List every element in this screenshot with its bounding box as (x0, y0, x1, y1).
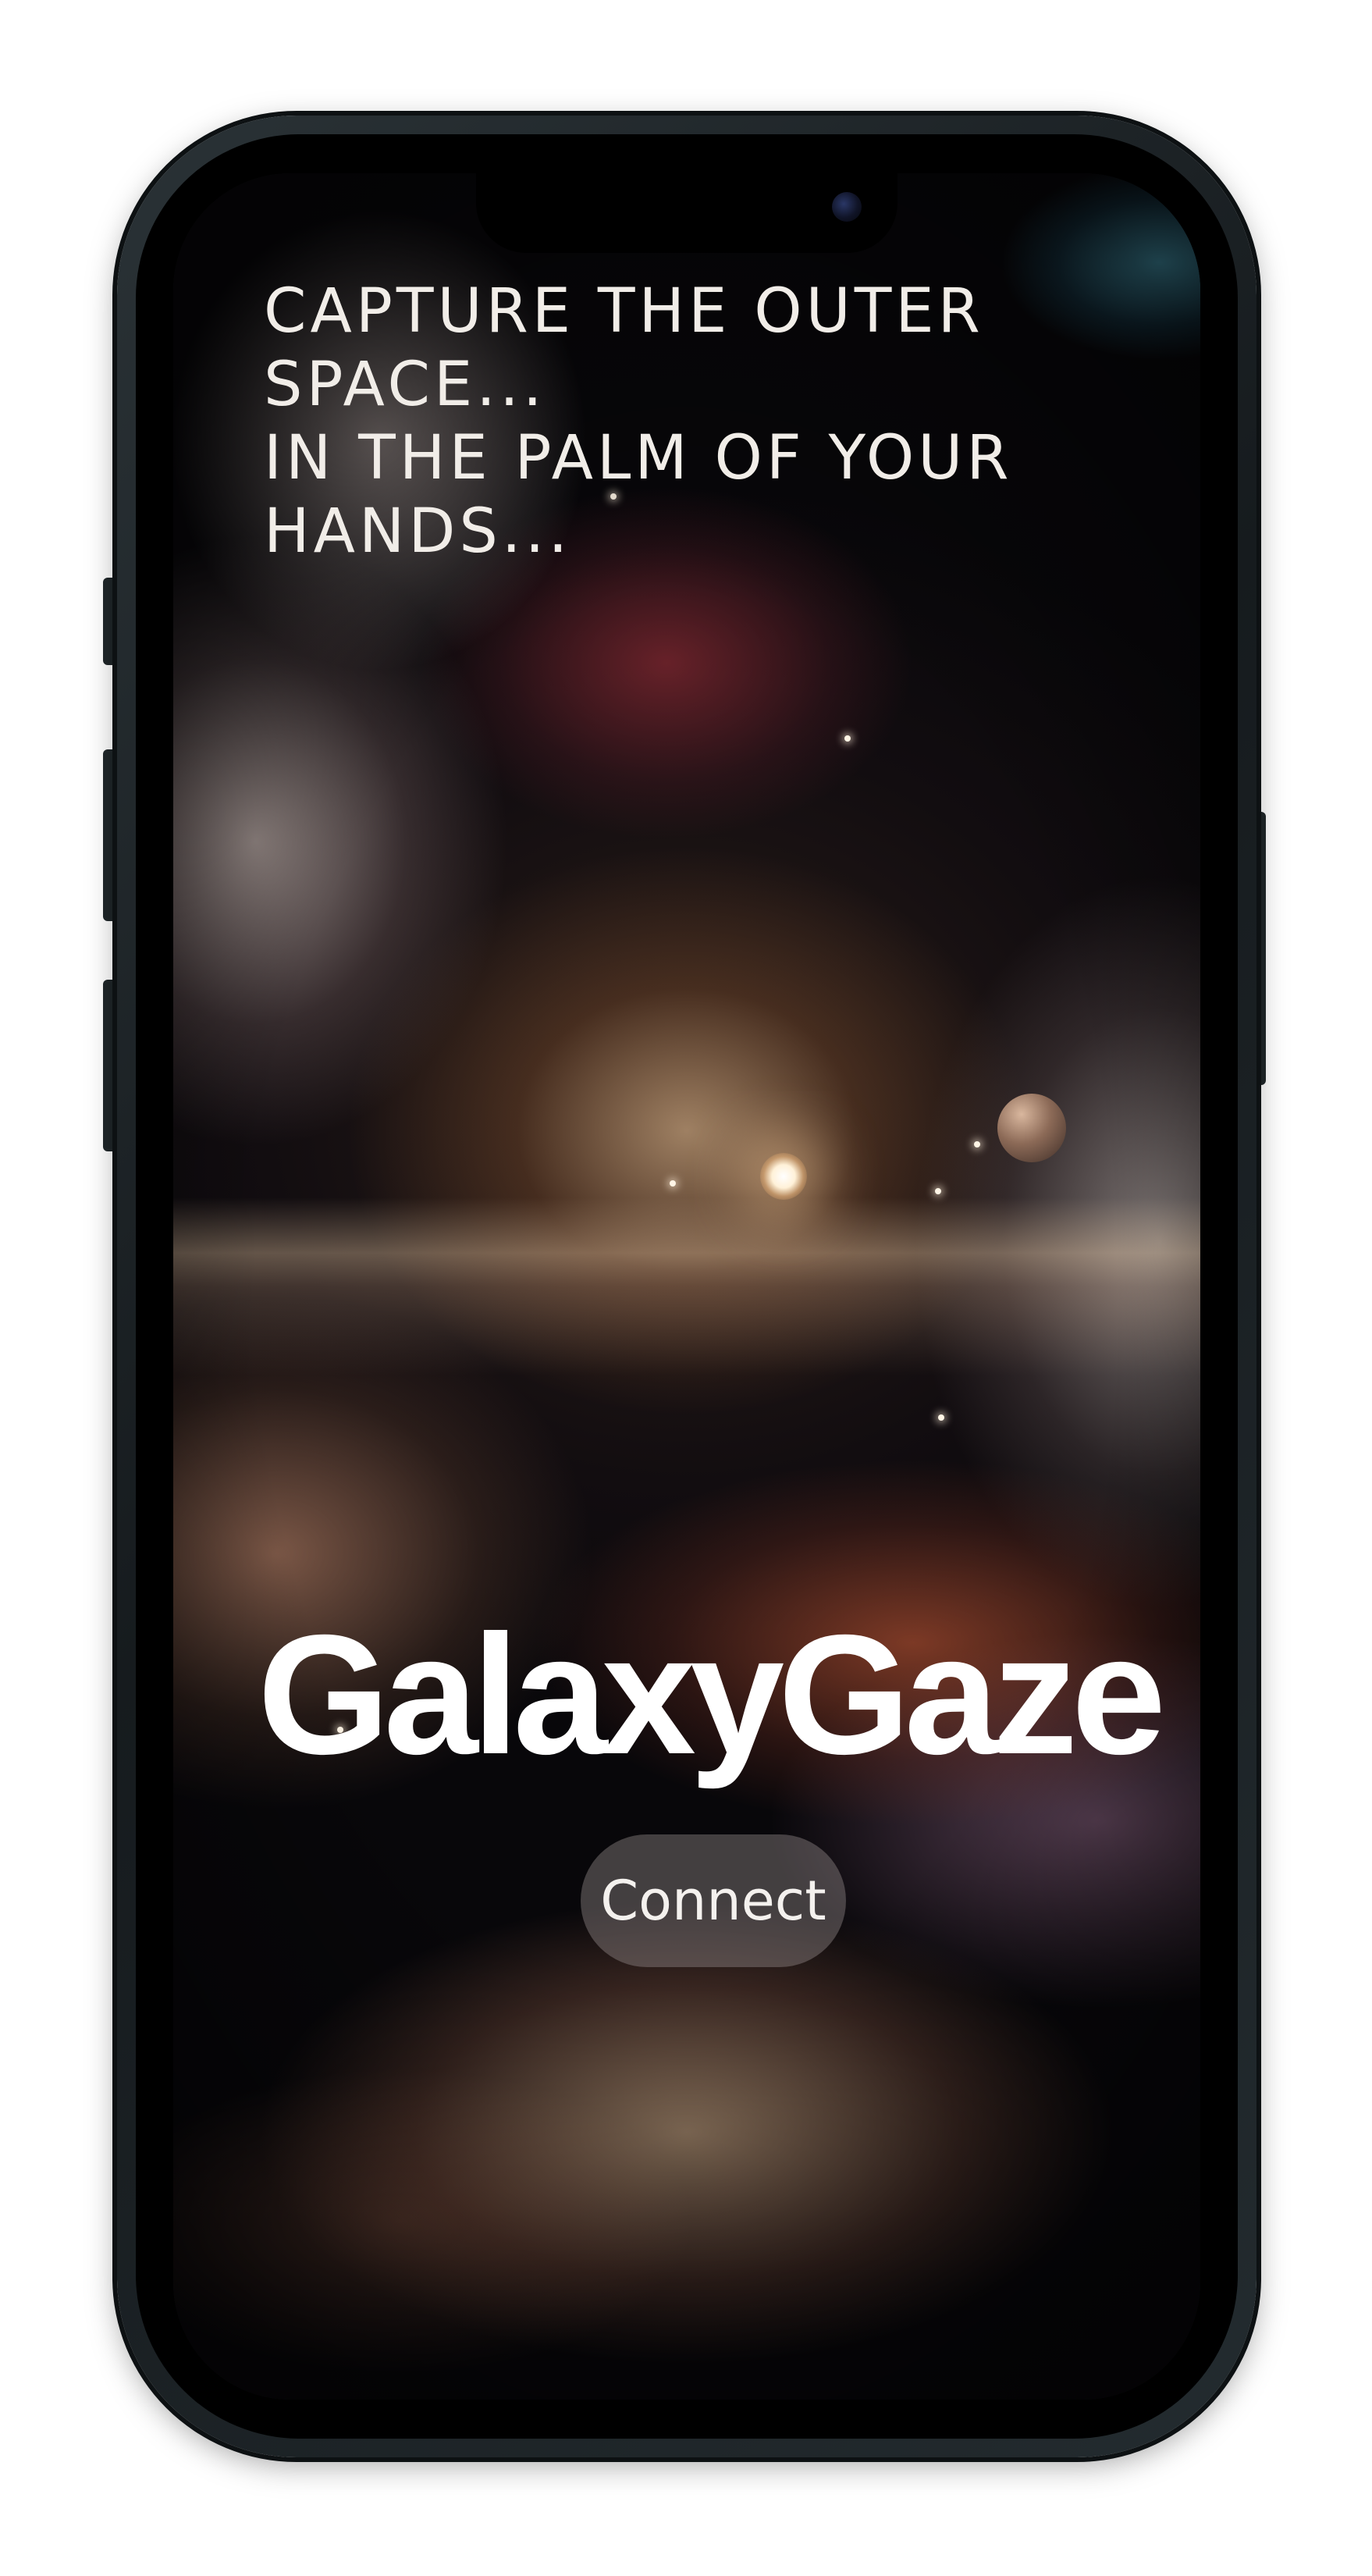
mockup-stage: CAPTURE THE OUTER SPACE... IN THE PALM O… (0, 0, 1372, 2576)
tagline-line: IN THE PALM OF YOUR (264, 423, 1013, 493)
tagline-line: HANDS... (264, 496, 572, 567)
front-camera-icon (832, 192, 862, 222)
phone-screen: CAPTURE THE OUTER SPACE... IN THE PALM O… (173, 173, 1200, 2400)
app-logo-title: GalaxyGaze (258, 1600, 1166, 1790)
connect-button[interactable]: Connect (581, 1834, 846, 1967)
camera-notch (476, 173, 897, 253)
tagline-line: CAPTURE THE OUTER (264, 276, 984, 347)
welcome-tagline: CAPTURE THE OUTER SPACE... IN THE PALM O… (264, 275, 1044, 568)
tagline-line: SPACE... (264, 350, 546, 420)
